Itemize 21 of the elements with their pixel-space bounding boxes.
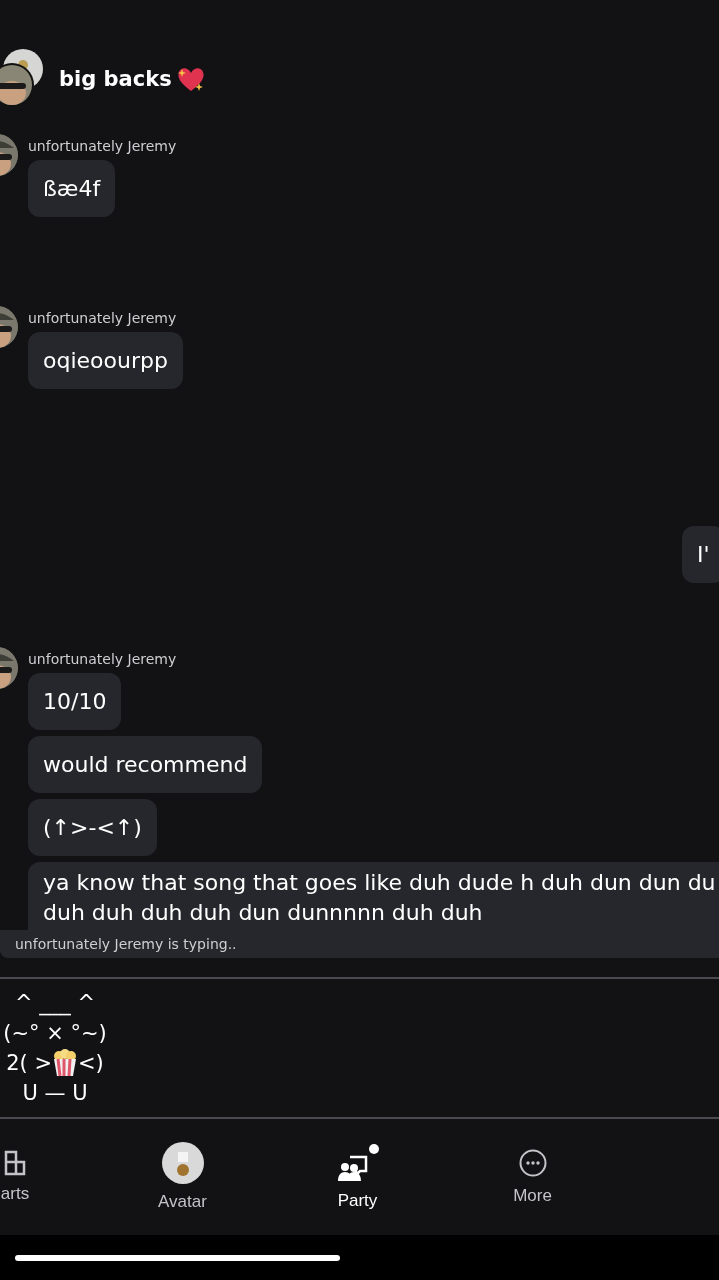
message-bubble: oqieoourpp: [28, 332, 183, 389]
nav-tab[interactable]: Avatar: [95, 1119, 270, 1235]
nav-tab[interactable]: More: [445, 1119, 620, 1235]
message-bubble: I': [682, 526, 719, 583]
nav-tab[interactable]: arts: [0, 1119, 95, 1235]
sender-name: unfortunately Jeremy: [28, 651, 177, 667]
avatar-icon: [161, 1142, 204, 1184]
message-bubble: ßæ4f: [28, 160, 116, 217]
sender-name: unfortunately Jeremy: [28, 138, 177, 154]
message-input[interactable]: ^ ___ ^ (~° × °~) 2( > <) U — U: [0, 979, 110, 1117]
sender-name: unfortunately Jeremy: [28, 310, 177, 326]
message-bubble: 10/10: [28, 673, 122, 730]
nav-tab[interactable]: Party: [270, 1119, 445, 1235]
chat-title: big backs: [59, 67, 172, 91]
popcorn-icon: [52, 1049, 78, 1077]
blocks-icon: [2, 1150, 28, 1176]
home-indicator[interactable]: [15, 1254, 340, 1261]
message-bubble: would recommend: [28, 736, 263, 793]
more-icon: [517, 1148, 548, 1178]
message-bubble: (↑>-<↑): [28, 799, 157, 856]
party-icon: [335, 1143, 380, 1183]
